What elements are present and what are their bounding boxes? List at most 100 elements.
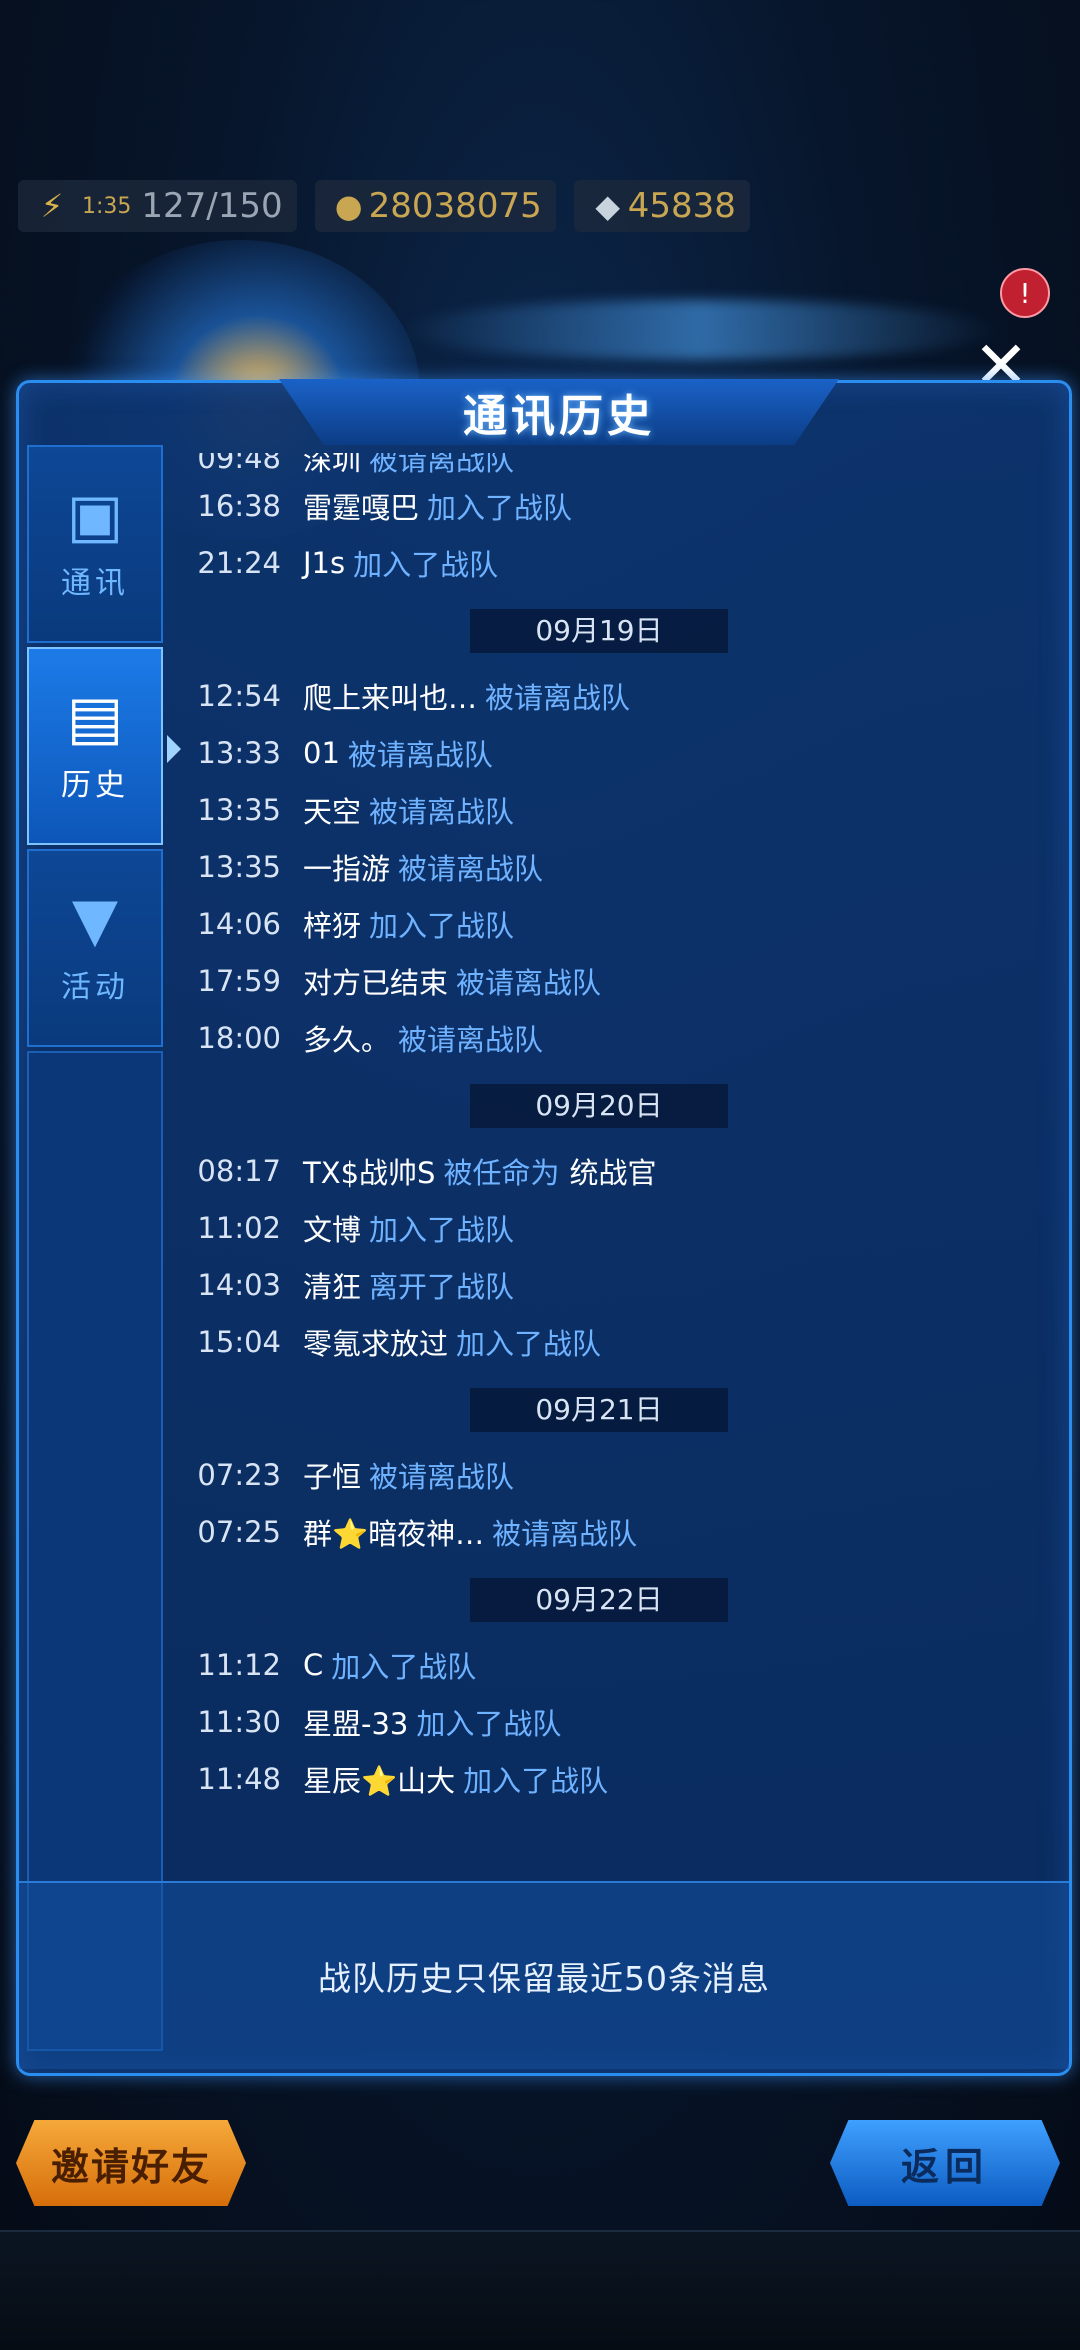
entry-action: 被请离战队 [398,851,544,886]
tab-messages[interactable]: ▣ 通讯 [27,445,163,643]
entry-time: 16:38 [197,488,281,523]
date-header: 09月19日 [169,609,1059,653]
list-item: 12:54 爬上来叫也… 被请离战队 [169,667,1059,724]
panel-title: 通讯历史 [463,391,655,442]
entry-name: TX$战帅S [303,1155,436,1190]
footer-note-bar: 战队历史只保留最近50条消息 [19,1881,1069,2069]
tab-activity[interactable]: ▼ 活动 [27,849,163,1047]
entry-time: 09:48 [197,453,281,475]
entry-name: 清狂 [303,1269,362,1304]
entry-action: 加入了战队 [416,1706,562,1741]
emblem-icon: ▼ [71,885,119,955]
history-list[interactable]: 09:48 深圳 被请离战队 16:38 雷霆嘎巴 加入了战队 21:24 J1s 加入了… [169,453,1059,1853]
date-header: 09月22日 [169,1578,1059,1622]
entry-action: 加入了战队 [463,1763,609,1798]
entry-action: 被任命为 [443,1155,560,1190]
date-header: 09月20日 [169,1084,1059,1128]
entry-time: 07:25 [197,1514,281,1549]
entry-action: 加入了战队 [427,490,573,525]
entry-time: 15:04 [197,1324,281,1359]
list-item: 18:00 多久。 被请离战队 [169,1009,1059,1066]
energy-value: 127/150 [141,186,283,226]
ship-icon: ◆ [595,187,621,225]
tab-label: 通讯 [61,566,129,601]
history-panel: 通讯历史 ▣ 通讯 ▤ 历史 ▼ 活动 09:48 深圳 被请离战队 16:38… [16,379,1072,2076]
list-item: 07:25 群⭐暗夜神… 被请离战队 [169,1503,1059,1560]
resource-bar: ⚡ 1:35 127/150 ● 28038075 ◆ 45838 [18,178,1062,234]
entry-time: 11:30 [197,1704,281,1739]
entry-name: 星盟-33 [303,1706,409,1741]
gold-resource[interactable]: ● 28038075 [314,180,556,232]
back-button[interactable]: 返回 [830,2120,1060,2206]
entry-action: 被请离战队 [347,737,493,772]
footer-note: 战队历史只保留最近50条消息 [318,1959,770,1998]
chat-bubbles-icon: ▣ [66,481,124,551]
glow-decoration [400,300,1000,360]
invite-friends-button[interactable]: 邀请好友 [16,2120,246,2206]
entry-time: 18:00 [197,1020,281,1055]
list-item: 13:35 一指游 被请离战队 [169,838,1059,895]
gold-value: 28038075 [368,186,542,226]
tab-label: 历史 [61,768,129,803]
tab-history[interactable]: ▤ 历史 [27,647,163,845]
notification-badge: ! [1000,268,1050,318]
entry-time: 11:02 [197,1210,281,1245]
list-item: 11:30 星盟-33 加入了战队 [169,1693,1059,1750]
date-label: 09月22日 [470,1578,728,1622]
date-label: 09月20日 [470,1084,728,1128]
entry-action: 离开了战队 [369,1269,515,1304]
date-label: 09月19日 [470,609,728,653]
entry-name: J1s [303,545,346,580]
entry-name: 梓犽 [303,908,362,943]
list-item: 08:17 TX$战帅S 被任命为 统战官 [169,1142,1059,1199]
tab-label: 活动 [61,970,129,1005]
entry-action: 被请离战队 [369,794,515,829]
entry-time: 21:24 [197,545,281,580]
entry-action: 被请离战队 [369,453,515,477]
list-item: 13:35 天空 被请离战队 [169,781,1059,838]
list-item: 21:24 J1s 加入了战队 [169,534,1059,591]
entry-extra: 统战官 [569,1155,657,1190]
entry-action: 加入了战队 [456,1326,602,1361]
list-item: 14:03 清狂 离开了战队 [169,1256,1059,1313]
entry-action: 加入了战队 [353,547,499,582]
panel-header: 通讯历史 [279,379,839,445]
energy-resource[interactable]: ⚡ 1:35 127/150 [18,180,297,232]
entry-name: 多久。 [303,1022,391,1057]
entry-time: 08:17 [197,1153,281,1188]
history-doc-icon: ▤ [66,683,124,753]
entry-action: 加入了战队 [369,908,515,943]
entry-name: 对方已结束 [303,965,449,1000]
entry-name: 零氪求放过 [303,1326,449,1361]
date-label: 09月21日 [470,1388,728,1432]
entry-action: 被请离战队 [492,1516,638,1551]
energy-timer: 1:35 [82,193,132,219]
list-item: 07:23 子恒 被请离战队 [169,1446,1059,1503]
entry-name: 爬上来叫也… [303,680,478,715]
entry-name: 文博 [303,1212,362,1247]
entry-time: 07:23 [197,1457,281,1492]
entry-action: 被请离战队 [485,680,631,715]
list-item: 09:48 深圳 被请离战队 [169,453,1059,477]
entry-name: 深圳 [303,453,362,477]
entry-name: 雷霆嘎巴 [303,490,420,525]
entry-action: 被请离战队 [398,1022,544,1057]
entry-time: 13:35 [197,792,281,827]
entry-action: 加入了战队 [331,1649,477,1684]
list-item: 13:33 01 被请离战队 [169,724,1059,781]
list-item: 11:12 C 加入了战队 [169,1636,1059,1693]
bottom-decoration [0,2230,1080,2350]
coin-icon: ● [334,187,363,225]
entry-name: 星辰⭐山大 [303,1763,456,1798]
date-header: 09月21日 [169,1388,1059,1432]
entry-action: 加入了战队 [369,1212,515,1247]
entry-name: 子恒 [303,1459,362,1494]
entry-name: C [303,1647,324,1682]
entry-time: 14:03 [197,1267,281,1302]
ship-resource[interactable]: ◆ 45838 [573,180,750,232]
entry-time: 17:59 [197,963,281,998]
entry-name: 天空 [303,794,362,829]
entry-time: 11:12 [197,1647,281,1682]
entry-name: 群⭐暗夜神… [303,1516,485,1551]
side-tabs: ▣ 通讯 ▤ 历史 ▼ 活动 [27,445,163,2051]
